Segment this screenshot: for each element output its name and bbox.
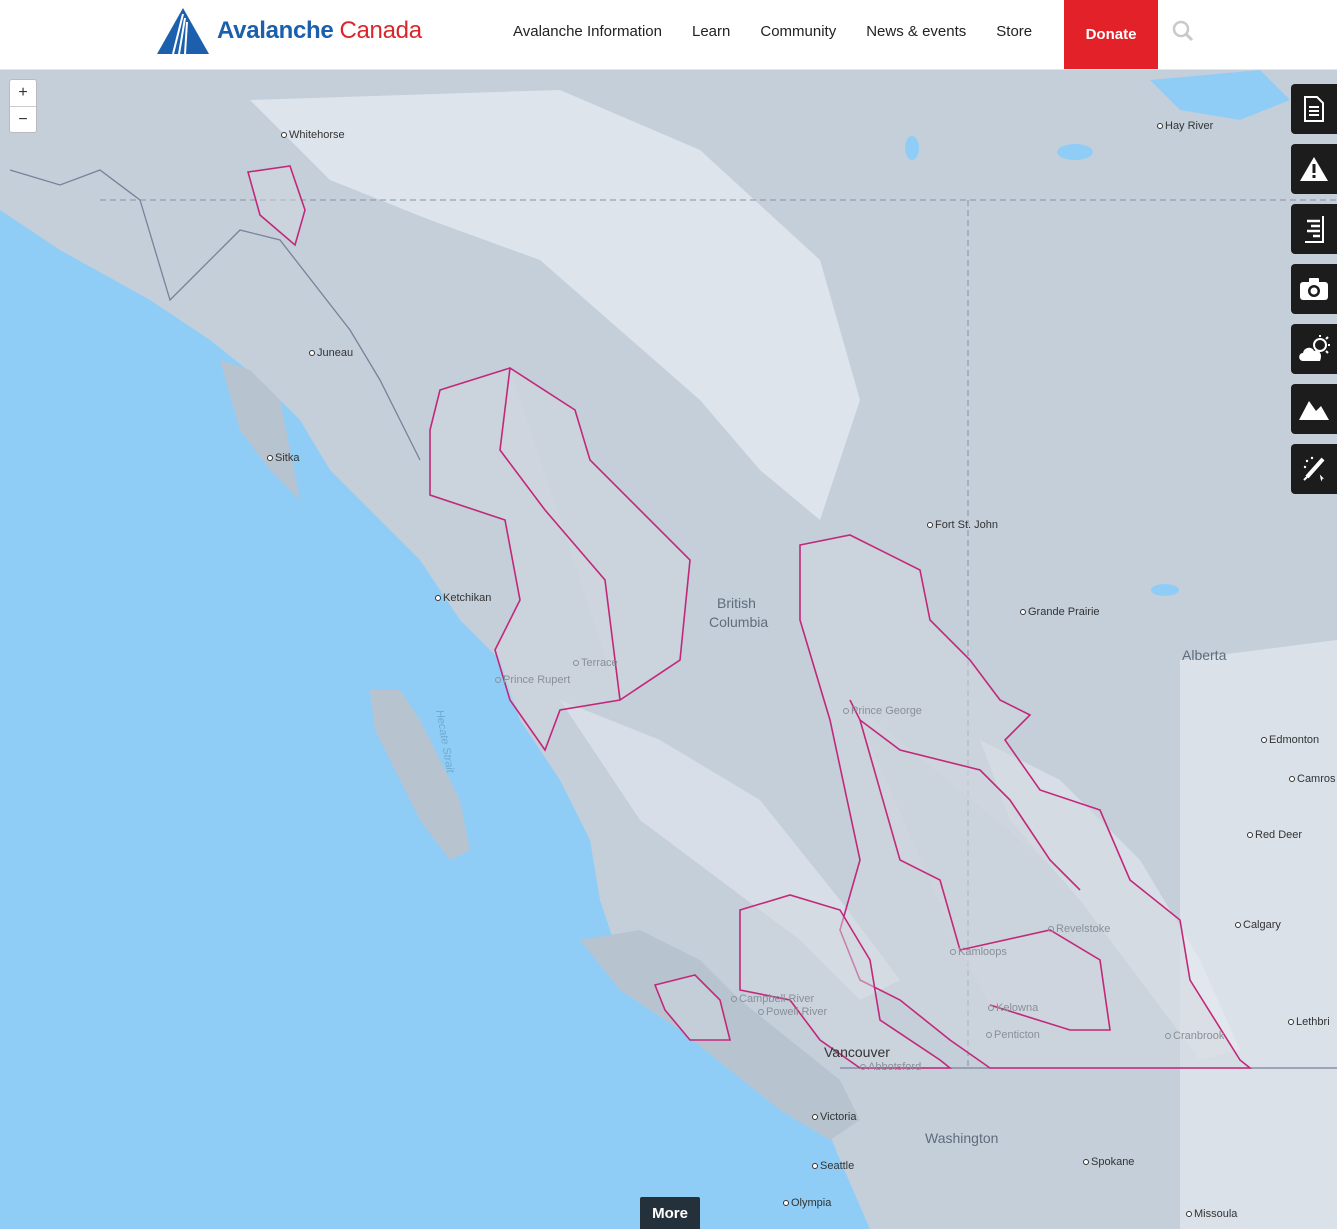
city-spokane: Spokane bbox=[1083, 1156, 1134, 1168]
map-tools bbox=[1291, 84, 1337, 504]
weather-tool-button[interactable] bbox=[1291, 324, 1337, 374]
city-kamloops: Kamloops bbox=[950, 946, 1007, 958]
nav-avalanche-information[interactable]: Avalanche Information bbox=[498, 23, 677, 40]
nav-community[interactable]: Community bbox=[745, 23, 851, 40]
city-penticton: Penticton bbox=[986, 1029, 1040, 1041]
mountain-tool-button[interactable] bbox=[1291, 384, 1337, 434]
warning-tool-button[interactable] bbox=[1291, 144, 1337, 194]
city-prince-rupert: Prince Rupert bbox=[495, 674, 570, 686]
logo-mountain-icon bbox=[157, 8, 209, 54]
main-nav: Avalanche Information Learn Community Ne… bbox=[498, 0, 1047, 62]
city-red-deer: Red Deer bbox=[1247, 829, 1302, 841]
city-vancouver: Vancouver bbox=[824, 1044, 890, 1060]
warning-icon bbox=[1300, 157, 1328, 181]
city-seattle: Seattle bbox=[812, 1160, 854, 1172]
nav-news-events[interactable]: News & events bbox=[851, 23, 981, 40]
city-victoria: Victoria bbox=[812, 1111, 856, 1123]
city-missoula: Missoula bbox=[1186, 1208, 1237, 1220]
region-washington: Washington bbox=[925, 1130, 999, 1146]
city-fort-st-john: Fort St. John bbox=[927, 519, 998, 531]
document-tool-button[interactable] bbox=[1291, 84, 1337, 134]
avalanche-canada-logo[interactable]: Avalanche Canada bbox=[157, 8, 422, 54]
site-header: Avalanche Canada Avalanche Information Le… bbox=[0, 0, 1337, 70]
camera-icon bbox=[1300, 278, 1328, 300]
donate-button[interactable]: Donate bbox=[1064, 0, 1158, 69]
nav-store[interactable]: Store bbox=[981, 23, 1047, 40]
city-abbotsford: Abbotsford bbox=[860, 1061, 921, 1073]
city-cranbrook: Cranbrook bbox=[1165, 1030, 1224, 1042]
weather-icon bbox=[1299, 335, 1330, 361]
avalanche-map[interactable]: + − Whitehorse Juneau Sitka Ketchikan Fo… bbox=[0, 69, 1337, 1229]
city-kelowna: Kelowna bbox=[988, 1002, 1038, 1014]
city-campbell-river: Campbell River bbox=[731, 993, 814, 1005]
region-columbia: Columbia bbox=[709, 614, 769, 630]
camera-tool-button[interactable] bbox=[1291, 264, 1337, 314]
city-sitka: Sitka bbox=[267, 452, 299, 464]
zoom-control: + − bbox=[9, 79, 37, 133]
city-edmonton: Edmonton bbox=[1261, 734, 1319, 746]
nav-learn[interactable]: Learn bbox=[677, 23, 745, 40]
list-icon bbox=[1305, 216, 1324, 243]
city-camrose: Camros bbox=[1289, 773, 1336, 785]
pencil-tool-button[interactable] bbox=[1291, 444, 1337, 494]
city-lethbridge: Lethbri bbox=[1288, 1016, 1330, 1028]
logo-word-canada: Canada bbox=[339, 17, 422, 44]
zoom-in-button[interactable]: + bbox=[10, 80, 36, 107]
map-basemap bbox=[0, 69, 1337, 1229]
city-revelstoke: Revelstoke bbox=[1048, 923, 1110, 935]
mountain-icon bbox=[1299, 401, 1329, 420]
document-icon bbox=[1304, 96, 1324, 122]
city-powell-river: Powell River bbox=[758, 1006, 827, 1018]
search-icon[interactable] bbox=[1170, 18, 1196, 44]
city-prince-george: Prince George bbox=[843, 705, 922, 717]
region-alberta: Alberta bbox=[1182, 647, 1227, 663]
more-button[interactable]: More bbox=[640, 1197, 700, 1229]
city-ketchikan: Ketchikan bbox=[435, 592, 491, 604]
city-juneau: Juneau bbox=[309, 347, 353, 359]
city-whitehorse: Whitehorse bbox=[281, 129, 345, 141]
region-british: British bbox=[717, 595, 756, 611]
city-grande-prairie: Grande Prairie bbox=[1020, 606, 1100, 618]
list-tool-button[interactable] bbox=[1291, 204, 1337, 254]
city-olympia: Olympia bbox=[783, 1197, 831, 1209]
zoom-out-button[interactable]: − bbox=[10, 107, 36, 133]
city-terrace: Terrace bbox=[573, 657, 618, 669]
city-calgary: Calgary bbox=[1235, 919, 1281, 931]
logo-word-avalanche: Avalanche bbox=[217, 17, 334, 44]
pencil-icon bbox=[1303, 456, 1328, 485]
city-hay-river: Hay River bbox=[1157, 120, 1213, 132]
